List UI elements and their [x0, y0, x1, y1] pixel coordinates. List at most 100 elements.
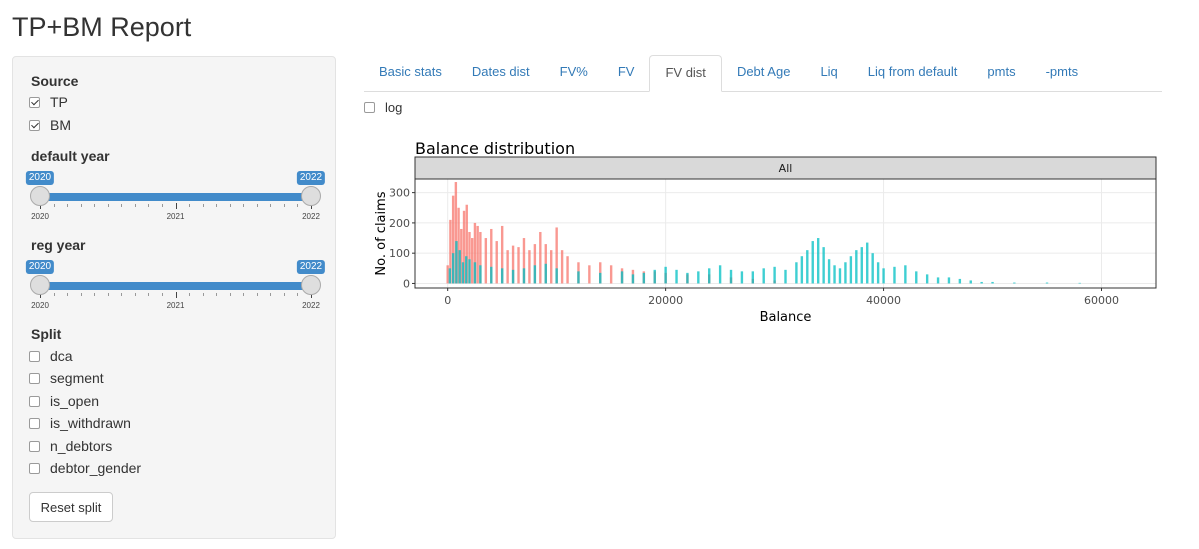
histogram-bar — [1045, 282, 1049, 284]
histogram-bar — [947, 277, 951, 284]
histogram-bar — [506, 250, 509, 284]
checkbox-label: dca — [50, 348, 73, 364]
checkbox-icon[interactable] — [29, 462, 40, 474]
reg-year-slider[interactable]: 2020 2022 2020 2021 2022 — [25, 260, 326, 320]
tab-fv[interactable]: FV — [603, 55, 650, 91]
reset-split-button[interactable]: Reset split — [29, 492, 113, 522]
tab-pmts[interactable]: -pmts — [1031, 55, 1094, 91]
log-checkbox[interactable]: log — [364, 100, 402, 115]
tab-pmts[interactable]: pmts — [972, 55, 1030, 91]
histogram-bar — [490, 266, 493, 284]
slider-tick — [189, 293, 191, 296]
default-year-slider[interactable]: 2020 2022 2020 2021 2022 — [25, 171, 326, 231]
slider-to-handle[interactable] — [301, 186, 321, 206]
histogram-bar — [855, 250, 858, 284]
checkbox-icon[interactable] — [29, 372, 40, 384]
slider-range-bar — [40, 193, 311, 201]
tab-basic-stats[interactable]: Basic stats — [364, 55, 457, 91]
slider-tick — [297, 204, 299, 207]
slider-tick — [53, 293, 55, 296]
checkbox-icon[interactable] — [29, 417, 40, 429]
slider-tick — [256, 293, 258, 296]
split-checkbox-debtor-gender[interactable]: debtor_gender — [29, 458, 141, 478]
tab-fv-dist[interactable]: FV dist — [649, 55, 722, 92]
chart-title: Balance distribution — [415, 139, 575, 158]
checkbox-icon[interactable] — [29, 350, 40, 362]
source-checkbox-tp[interactable]: TP — [29, 92, 68, 112]
y-tick-label: 200 — [389, 217, 410, 230]
x-tick-label: 0 — [444, 294, 451, 307]
balance-distribution-chart: Balance distribution All 0 20000 40000 60000 0… — [374, 139, 1157, 325]
split-checkbox-is-withdrawn[interactable]: is_withdrawn — [29, 413, 131, 433]
slider-tick — [107, 293, 109, 296]
histogram-bar — [517, 247, 520, 284]
histogram-bar — [762, 268, 765, 284]
checkbox-label: is_open — [50, 393, 100, 409]
histogram-bar — [816, 238, 820, 284]
x-axis-label: Balance — [760, 310, 812, 325]
slider-tick — [67, 204, 69, 207]
slider-tick — [161, 293, 163, 296]
histogram-bar — [969, 280, 972, 284]
checkbox-icon[interactable] — [364, 102, 375, 113]
histogram-bar — [800, 256, 804, 284]
slider-from-handle[interactable] — [30, 186, 50, 206]
checkbox-checked-icon[interactable] — [29, 119, 40, 131]
checkbox-checked-icon[interactable] — [29, 96, 40, 108]
histogram-bar — [539, 231, 542, 284]
slider-to-handle[interactable] — [301, 275, 321, 295]
checkbox-label: BM — [50, 117, 71, 133]
slider-tick — [202, 293, 204, 296]
checkbox-label: debtor_gender — [50, 460, 142, 476]
histogram-bar — [566, 256, 569, 284]
slider-tick — [216, 293, 218, 296]
checkbox-label: TP — [50, 94, 68, 110]
slider-tick — [216, 204, 218, 207]
checkbox-icon[interactable] — [29, 440, 40, 452]
histogram-bar — [751, 271, 755, 284]
tab-liq-from-default[interactable]: Liq from default — [853, 55, 973, 91]
slider-from-handle[interactable] — [30, 275, 50, 295]
histogram-bar — [599, 272, 602, 284]
tab-liq[interactable]: Liq — [805, 55, 852, 91]
checkbox-label: log — [385, 100, 403, 115]
histogram-bar — [925, 274, 929, 284]
slider-tick — [243, 293, 245, 296]
histogram-bar — [849, 256, 853, 284]
histogram-bar — [550, 250, 553, 284]
slider-tick — [229, 204, 231, 207]
histogram-bar — [458, 250, 461, 284]
page-title: TP+BM Report — [12, 12, 192, 42]
tab-dates-dist[interactable]: Dates dist — [457, 55, 545, 91]
slider-tick — [175, 292, 177, 298]
checkbox-label: segment — [50, 370, 104, 386]
histogram-bar — [773, 266, 776, 284]
slider-tick — [80, 293, 82, 296]
tab-debt-age[interactable]: Debt Age — [722, 55, 806, 91]
split-checkbox-is-open[interactable]: is_open — [29, 391, 99, 411]
histogram-bar — [708, 268, 711, 284]
slider-tick — [148, 204, 150, 207]
slider-to-value: 2022 — [296, 171, 326, 185]
checkbox-icon[interactable] — [29, 395, 40, 407]
histogram-bar — [822, 247, 825, 284]
slider-tick — [189, 204, 191, 207]
checkbox-label: is_withdrawn — [50, 415, 131, 431]
histogram-bar — [904, 265, 907, 284]
y-tick-label: 100 — [389, 247, 410, 260]
split-checkbox-n-debtors[interactable]: n_debtors — [29, 436, 112, 456]
histogram-bar — [833, 265, 836, 284]
slider-tick — [107, 204, 109, 207]
tab-fv[interactable]: FV% — [545, 55, 603, 91]
slider-tick-label: 2021 — [166, 301, 185, 310]
histogram-bar — [642, 272, 646, 284]
histogram-bar — [784, 269, 787, 284]
source-checkbox-bm[interactable]: BM — [29, 115, 71, 135]
slider-tick — [283, 293, 285, 296]
histogram-bar — [729, 269, 733, 284]
histogram-bar — [980, 281, 983, 284]
histogram-bar — [455, 241, 458, 284]
histogram-bar — [860, 247, 863, 284]
split-checkbox-dca[interactable]: dca — [29, 346, 73, 366]
split-checkbox-segment[interactable]: segment — [29, 368, 104, 388]
